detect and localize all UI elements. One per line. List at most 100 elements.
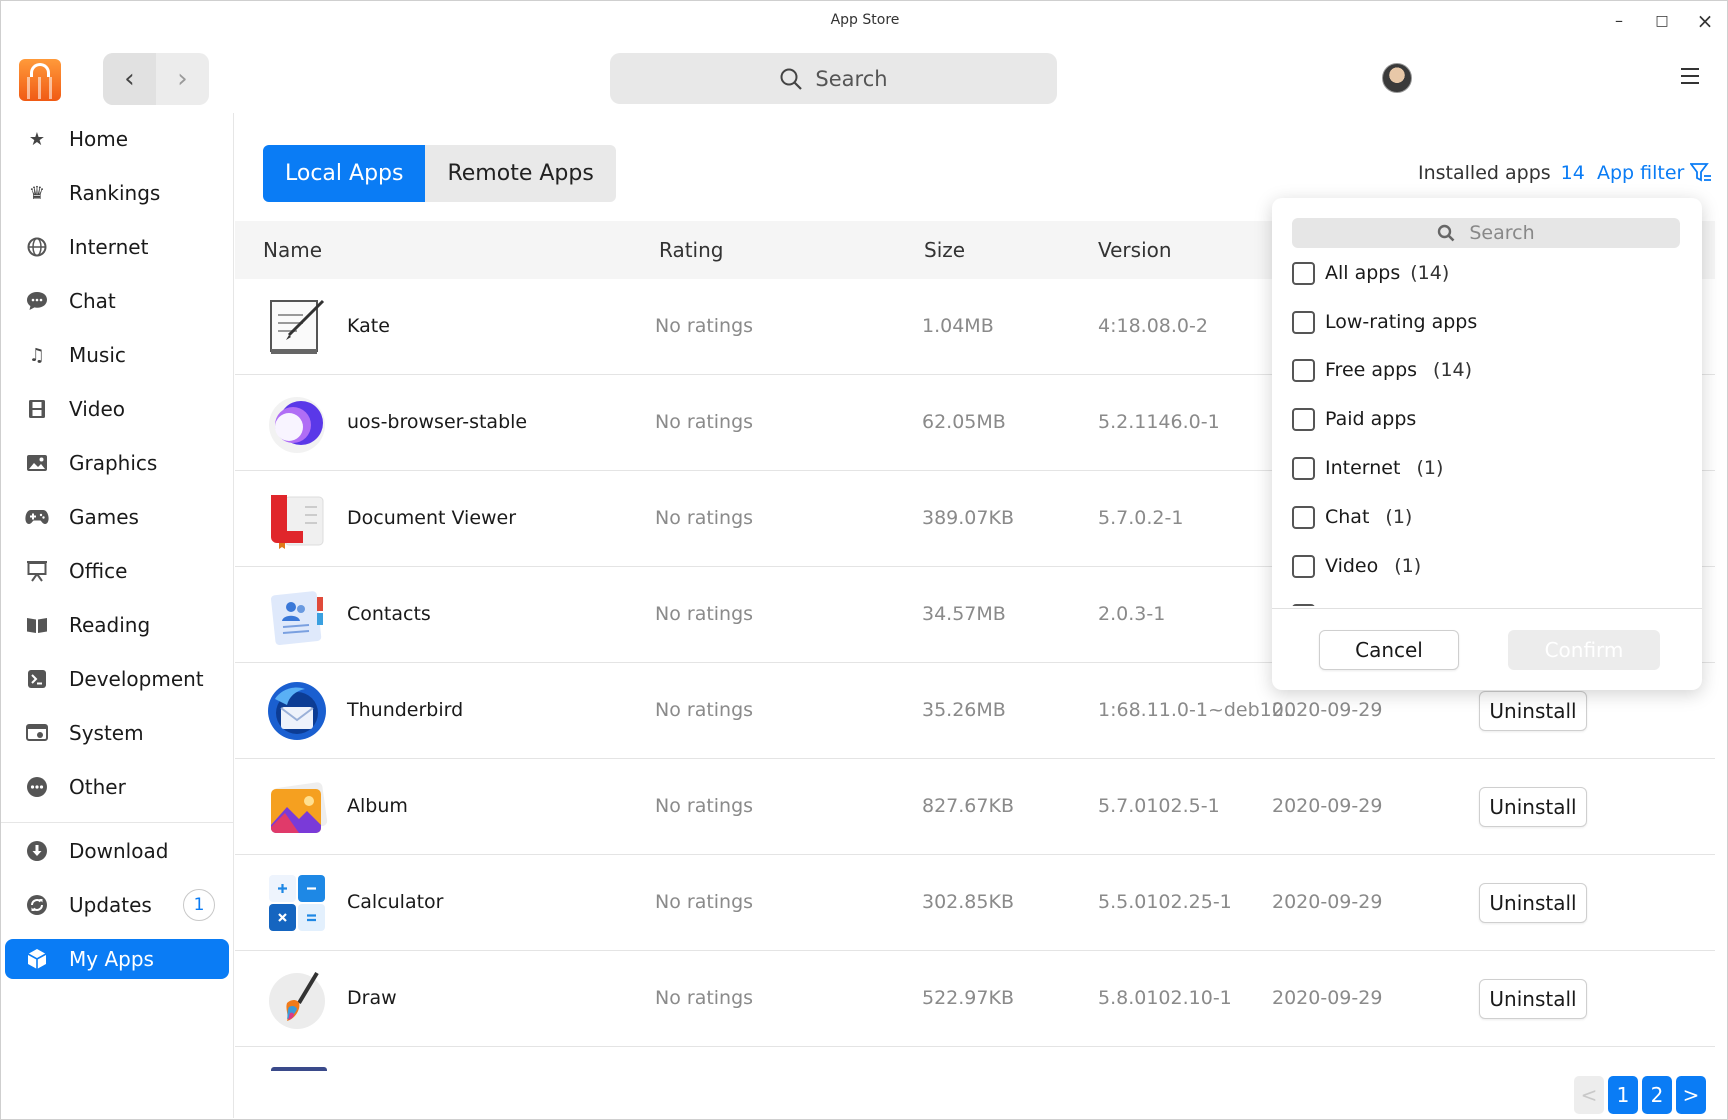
main-menu-icon[interactable]	[1681, 67, 1701, 85]
filter-divider	[1272, 608, 1702, 609]
next-page-button[interactable]: >	[1676, 1076, 1706, 1114]
uninstall-button[interactable]: Uninstall	[1479, 691, 1587, 731]
search-input[interactable]: Search	[610, 53, 1057, 104]
app-name: Document Viewer	[347, 507, 517, 529]
sidebar-item-reading[interactable]: Reading	[5, 605, 229, 645]
filter-option-free-apps[interactable]: Free apps (14)	[1292, 355, 1472, 385]
terminal-icon	[25, 667, 49, 691]
minimize-button[interactable]: –	[1605, 7, 1633, 35]
sidebar-item-chat[interactable]: Chat	[5, 281, 229, 321]
sidebar-item-graphics[interactable]: Graphics	[5, 443, 229, 483]
sidebar-item-internet[interactable]: Internet	[5, 227, 229, 267]
column-header-rating[interactable]: Rating	[659, 238, 723, 262]
app-size: 827.67KB	[922, 795, 1014, 817]
sidebar-divider	[1, 822, 233, 823]
filter-options-list: All apps (14) Low-rating apps Free apps (1…	[1272, 258, 1702, 606]
maximize-button[interactable]: □	[1648, 7, 1676, 35]
sidebar: ★ Home ♛ Rankings Internet Chat ♫ Music Vid…	[1, 113, 234, 1118]
app-name: uos-browser-stable	[347, 411, 528, 433]
back-button[interactable]: ‹	[103, 53, 156, 105]
tab-local-apps[interactable]: Local Apps	[263, 145, 426, 202]
app-filter-button[interactable]: App filter	[1597, 162, 1712, 184]
uninstall-button[interactable]: Uninstall	[1479, 787, 1587, 827]
checkbox[interactable]	[1292, 456, 1315, 480]
checkbox[interactable]	[1292, 310, 1315, 334]
app-source-tabs: Local Apps Remote Apps	[263, 145, 616, 202]
filter-cancel-button[interactable]: Cancel	[1319, 630, 1459, 670]
checkbox[interactable]	[1292, 603, 1315, 606]
column-header-size[interactable]: Size	[924, 238, 965, 262]
app-version: 5.2.1146.0-1	[1098, 411, 1220, 433]
filter-option-all-apps[interactable]: All apps (14)	[1292, 258, 1449, 288]
app-name: Thunderbird	[347, 699, 464, 721]
uninstall-button[interactable]: Uninstall	[1479, 883, 1587, 923]
draw-app-icon	[269, 971, 325, 1029]
filter-option-video[interactable]: Video (1)	[1292, 551, 1421, 581]
filter-option-paid-apps[interactable]: Paid apps	[1292, 404, 1416, 434]
installed-apps-label: Installed apps	[1418, 162, 1551, 184]
crown-icon: ♛	[28, 182, 46, 204]
sidebar-item-games[interactable]: Games	[5, 497, 229, 537]
close-button[interactable]: ×	[1691, 7, 1719, 35]
search-placeholder: Search	[815, 66, 888, 91]
app-install-date: 2020-09-29	[1272, 795, 1383, 817]
window-title: App Store	[830, 12, 900, 28]
sidebar-item-download[interactable]: Download	[5, 831, 229, 871]
sidebar-item-other[interactable]: Other	[5, 767, 229, 807]
app-name: Draw	[347, 987, 397, 1009]
filter-search-input[interactable]: Search	[1292, 218, 1680, 248]
filter-option-partial[interactable]	[1292, 600, 1325, 606]
sidebar-item-my-apps[interactable]: My Apps	[5, 939, 229, 979]
sidebar-item-updates[interactable]: Updates 1	[5, 885, 229, 925]
filter-option-count: (14)	[1410, 262, 1450, 284]
app-size: 35.26MB	[922, 699, 1006, 721]
page-1-button[interactable]: 1	[1608, 1076, 1638, 1114]
film-icon	[25, 397, 49, 421]
filter-option-internet[interactable]: Internet (1)	[1292, 453, 1443, 483]
tab-remote-apps[interactable]: Remote Apps	[425, 145, 616, 202]
table-row[interactable]: Draw No ratings 522.97KB 5.8.0102.10-1 2…	[235, 951, 1715, 1047]
app-rating: No ratings	[655, 987, 754, 1009]
checkbox[interactable]	[1292, 261, 1315, 285]
sidebar-item-rankings[interactable]: ♛ Rankings	[5, 173, 229, 213]
app-version: 5.7.0102.5-1	[1098, 795, 1220, 817]
uninstall-button[interactable]: Uninstall	[1479, 979, 1587, 1019]
column-header-version[interactable]: Version	[1098, 238, 1172, 262]
sidebar-item-development[interactable]: Development	[5, 659, 229, 699]
kate-app-icon	[270, 299, 325, 354]
previous-page-button[interactable]: <	[1574, 1076, 1604, 1114]
app-filter-label: App filter	[1597, 162, 1685, 184]
sidebar-item-office[interactable]: Office	[5, 551, 229, 591]
ellipsis-icon	[25, 775, 49, 799]
app-rating: No ratings	[655, 603, 754, 625]
avatar[interactable]	[1382, 63, 1412, 93]
filter-confirm-button[interactable]: Confirm	[1508, 630, 1660, 670]
sidebar-item-system[interactable]: System	[5, 713, 229, 753]
forward-button[interactable]: ›	[156, 53, 209, 105]
thunderbird-app-icon	[268, 682, 326, 740]
table-row[interactable]: Calculator No ratings 302.85KB 5.5.0102.…	[235, 855, 1715, 951]
sidebar-item-label: Music	[69, 343, 126, 367]
box-icon	[25, 947, 49, 971]
sidebar-item-label: Games	[69, 505, 139, 529]
page-2-button[interactable]: 2	[1642, 1076, 1672, 1114]
sidebar-item-label: Development	[69, 667, 204, 691]
title-bar: App Store – □ ×	[1, 1, 1728, 41]
filter-option-low-rating-apps[interactable]: Low-rating apps	[1292, 307, 1477, 337]
sidebar-item-label: Chat	[69, 289, 116, 313]
image-icon	[25, 451, 49, 475]
filter-option-chat[interactable]: Chat (1)	[1292, 502, 1412, 532]
checkbox[interactable]	[1292, 358, 1315, 382]
sidebar-item-home[interactable]: ★ Home	[5, 119, 229, 159]
app-store-logo-icon	[19, 59, 61, 101]
sidebar-item-music[interactable]: ♫ Music	[5, 335, 229, 375]
app-size: 302.85KB	[922, 891, 1014, 913]
checkbox[interactable]	[1292, 407, 1315, 431]
column-header-name[interactable]: Name	[263, 238, 322, 262]
checkbox[interactable]	[1292, 554, 1315, 578]
refresh-icon	[25, 893, 49, 917]
sidebar-item-video[interactable]: Video	[5, 389, 229, 429]
checkbox[interactable]	[1292, 505, 1315, 529]
search-icon	[780, 68, 803, 90]
table-row[interactable]: Album No ratings 827.67KB 5.7.0102.5-1 2…	[235, 759, 1715, 855]
